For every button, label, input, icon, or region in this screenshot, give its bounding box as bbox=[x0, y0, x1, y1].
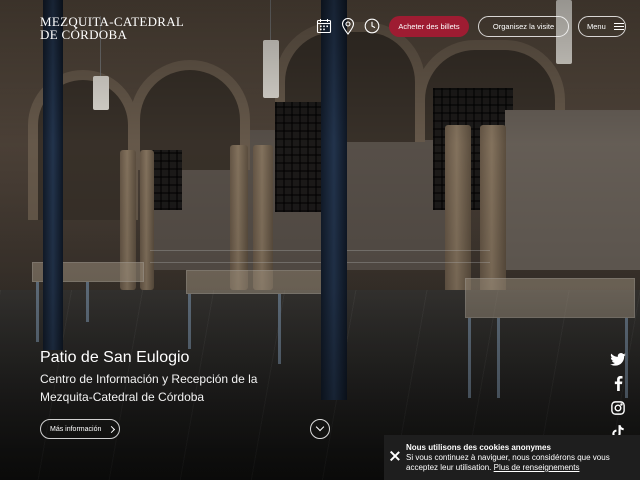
hero-subtitle: Centro de Información y Recepción de la … bbox=[40, 372, 258, 404]
chevron-right-icon bbox=[108, 425, 116, 433]
more-info-button[interactable]: Más información bbox=[40, 419, 120, 439]
more-info-link[interactable]: Plus de renseignements bbox=[494, 463, 580, 472]
menu-label: Menu bbox=[587, 22, 606, 31]
buy-tickets-label: Acheter des billets bbox=[398, 22, 460, 31]
location-pin-icon[interactable] bbox=[339, 17, 357, 35]
logo-line-2: DE CÓRDOBA bbox=[40, 27, 128, 42]
hamburger-icon bbox=[613, 23, 624, 30]
cookie-title: Nous utilisons des cookies anonymes bbox=[406, 443, 551, 452]
menu-button[interactable]: Menu bbox=[578, 16, 626, 37]
hero-title: Patio de San Eulogio bbox=[40, 349, 190, 366]
close-icon[interactable] bbox=[390, 451, 400, 461]
organize-visit-button[interactable]: Organisez la visite bbox=[478, 16, 569, 37]
organize-visit-label: Organisez la visite bbox=[492, 22, 555, 31]
cookie-text: Si vous continuez à naviguer, nous consi… bbox=[406, 453, 638, 473]
facebook-icon[interactable] bbox=[609, 375, 627, 391]
hero-background-photo bbox=[0, 0, 640, 480]
site-logo[interactable]: MEZQUITA-CATEDRAL DE CÓRDOBA bbox=[40, 15, 184, 41]
more-info-label: Más información bbox=[50, 425, 102, 433]
instagram-icon[interactable] bbox=[609, 400, 627, 416]
twitter-icon[interactable] bbox=[609, 351, 627, 367]
cookie-banner: Nous utilisons des cookies anonymes Si v… bbox=[384, 435, 640, 480]
scroll-down-button[interactable] bbox=[310, 419, 330, 439]
buy-tickets-button[interactable]: Acheter des billets bbox=[389, 16, 469, 37]
clock-icon[interactable] bbox=[363, 17, 381, 35]
chevron-down-icon bbox=[315, 422, 325, 432]
image-overlay bbox=[0, 0, 640, 480]
calendar-icon[interactable] bbox=[315, 17, 333, 35]
